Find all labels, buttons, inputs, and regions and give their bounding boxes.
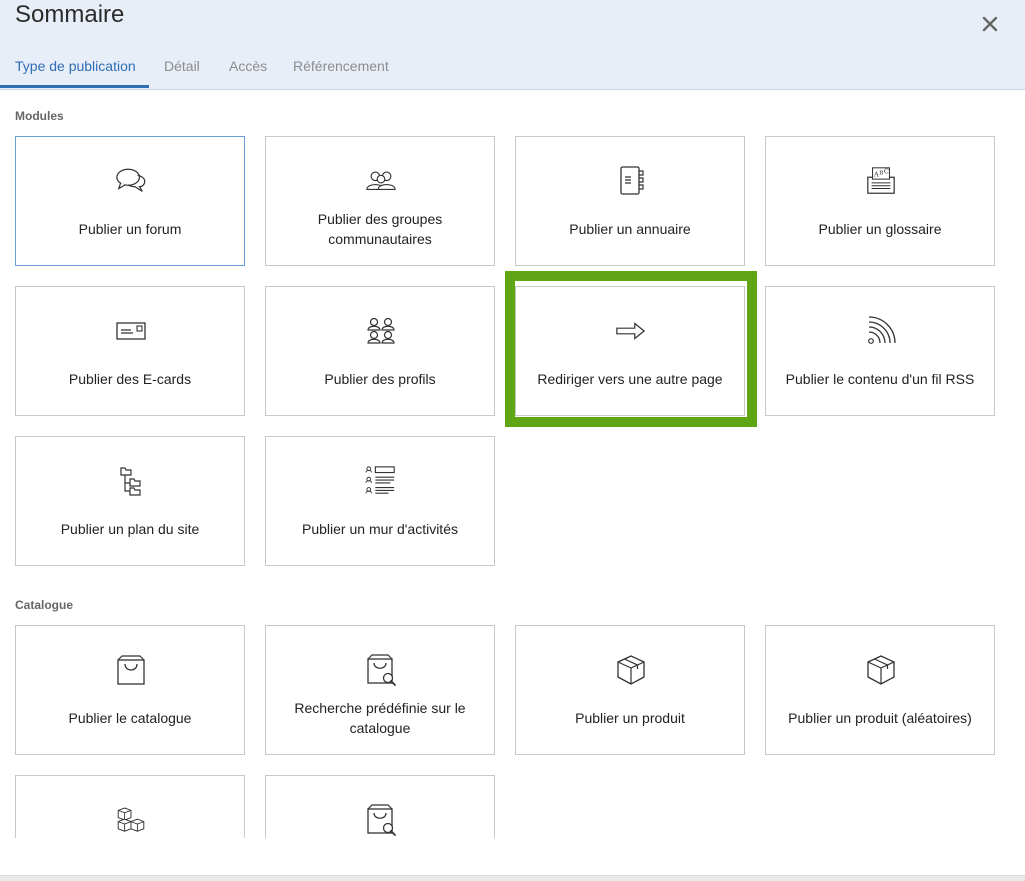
dialog-header: Sommaire Type de publication Détail Accè… <box>0 0 1025 90</box>
svg-text:C: C <box>884 167 889 175</box>
tab-acces[interactable]: Accès <box>229 58 267 89</box>
sitemap-icon <box>115 463 147 499</box>
card-label: Publier des groupes communautaires <box>317 211 443 247</box>
card-rediriger-page[interactable]: Rediriger vers une autre page <box>515 286 745 416</box>
card-publier-glossaire[interactable]: A B C Publier un glossaire <box>765 136 995 266</box>
card-label: Publier un forum <box>78 221 182 237</box>
card-label: Publier le contenu d'un fil RSS <box>785 371 975 387</box>
activity-wall-icon <box>365 463 397 499</box>
active-tab-indicator <box>0 85 149 88</box>
publication-types-panel: Modules Publier un forum Publier des gro… <box>0 91 1025 838</box>
glossary-icon: A B C <box>865 163 897 199</box>
dialog-footer-divider <box>0 875 1025 881</box>
card-recherche-predefinie[interactable]: Recherche prédéfinie sur le catalogue <box>265 625 495 755</box>
card-publier-rss[interactable]: Publier le contenu d'un fil RSS <box>765 286 995 416</box>
dialog-title: Sommaire <box>15 1 125 28</box>
profiles-icon <box>365 313 397 349</box>
card-publier-catalogue[interactable]: Publier le catalogue <box>15 625 245 755</box>
card-label: Publier un glossaire <box>818 221 942 237</box>
card-publier-groupes[interactable]: Publier des groupes communautaires <box>265 136 495 266</box>
bag-search-icon <box>365 802 397 838</box>
section-title-modules: Modules <box>15 109 64 123</box>
svg-text:A: A <box>873 170 879 178</box>
section-title-catalogue: Catalogue <box>15 598 74 612</box>
card-label: Publier des profils <box>324 371 436 387</box>
shopping-bag-icon <box>115 652 147 688</box>
close-icon <box>982 16 998 32</box>
groups-icon <box>365 163 397 199</box>
card-publier-ecards[interactable]: Publier des E-cards <box>15 286 245 416</box>
boxes-stack-icon <box>115 802 147 838</box>
card-label: Recherche prédéfinie sur le catalogue <box>294 700 466 736</box>
card-publier-forum[interactable]: Publier un forum <box>15 136 245 266</box>
card-label: Publier des E-cards <box>68 371 192 387</box>
card-label: Publier un annuaire <box>569 221 691 237</box>
directory-icon <box>615 163 647 199</box>
svg-text:B: B <box>879 170 883 176</box>
card-publier-plan-site[interactable]: Publier un plan du site <box>15 436 245 566</box>
card-label: Publier le catalogue <box>68 710 192 726</box>
tab-detail[interactable]: Détail <box>164 58 200 89</box>
card-label: Publier un plan du site <box>60 521 200 537</box>
product-box-icon <box>865 652 897 688</box>
tab-referencement[interactable]: Référencement <box>293 58 389 89</box>
ecard-icon <box>115 313 147 349</box>
product-box-icon <box>615 652 647 688</box>
rss-icon <box>865 313 897 349</box>
card-publier-annuaire[interactable]: Publier un annuaire <box>515 136 745 266</box>
close-button[interactable] <box>976 10 1004 38</box>
forum-icon <box>115 163 147 199</box>
redirect-arrow-icon <box>615 313 647 349</box>
bag-search-icon <box>365 652 397 688</box>
card-label: Publier un produit (aléatoires) <box>788 710 972 726</box>
card-publier-profils[interactable]: Publier des profils <box>265 286 495 416</box>
card-label: Rediriger vers une autre page <box>537 371 723 387</box>
card-publier-mur-activites[interactable]: Publier un mur d'activités <box>265 436 495 566</box>
card-publier-produit-aleatoires[interactable]: Publier un produit (aléatoires) <box>765 625 995 755</box>
card-publier-produits-multiples[interactable] <box>15 775 245 838</box>
card-label: Publier un produit <box>575 710 685 726</box>
card-recherche-catalogue[interactable] <box>265 775 495 838</box>
card-label: Publier un mur d'activités <box>302 521 458 537</box>
card-publier-produit[interactable]: Publier un produit <box>515 625 745 755</box>
